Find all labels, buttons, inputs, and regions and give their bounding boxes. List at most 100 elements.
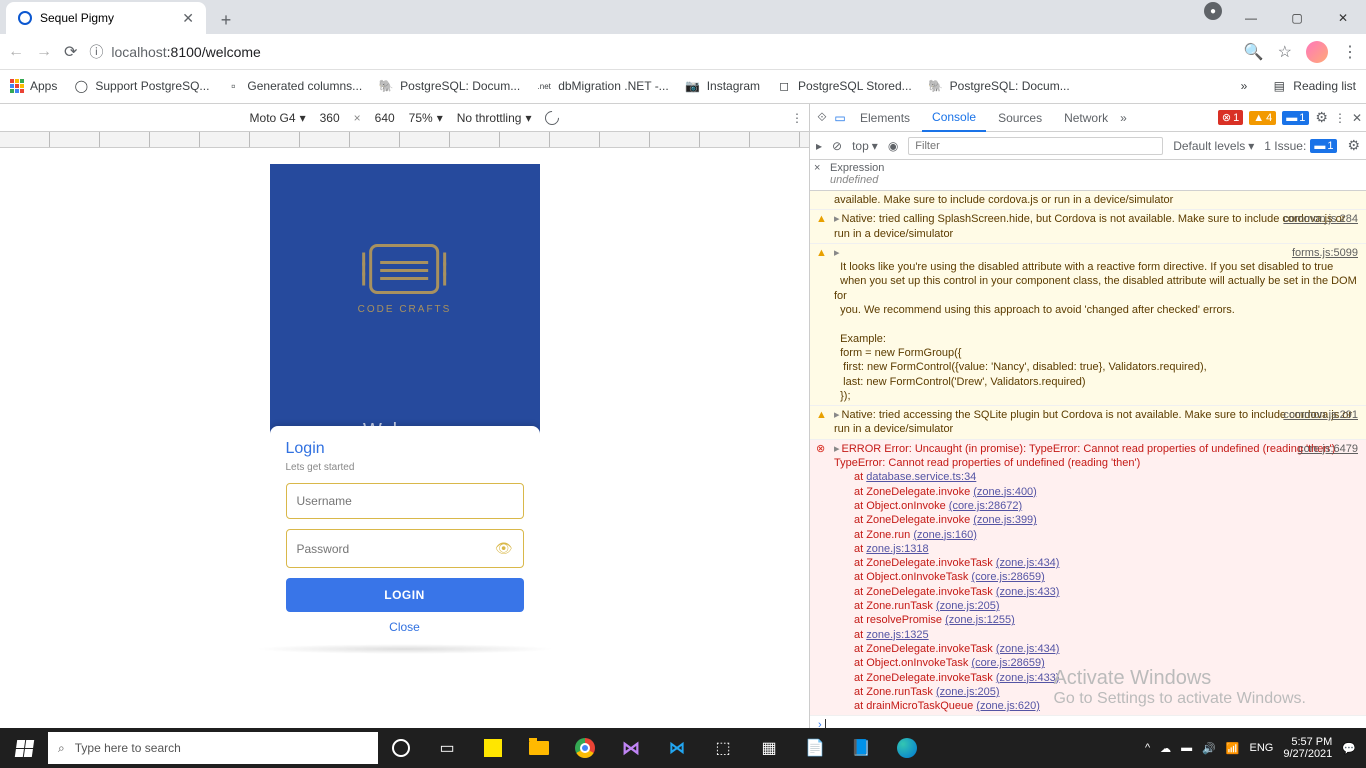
taskbar-app[interactable]: 📄 [792, 728, 838, 768]
profile-avatar[interactable] [1306, 41, 1328, 63]
taskbar-app[interactable]: ▦ [746, 728, 792, 768]
wifi-icon[interactable]: 📶 [1226, 742, 1240, 755]
context-select[interactable]: top ▾ [852, 139, 878, 153]
tabs-overflow-icon[interactable]: » [1120, 111, 1127, 125]
forward-button[interactable]: → [36, 43, 52, 61]
console-settings-icon[interactable]: ⚙ [1347, 137, 1360, 154]
taskbar-app-sticky[interactable] [470, 728, 516, 768]
browser-tab[interactable]: Sequel Pigmy ✕ [6, 2, 206, 34]
clear-console-icon[interactable]: ⊘ [832, 139, 842, 153]
language-icon[interactable]: ENG [1250, 742, 1274, 754]
rotate-icon[interactable] [543, 108, 563, 128]
bookmark-item[interactable]: ▫Generated columns... [225, 78, 362, 94]
tab-elements[interactable]: Elements [850, 105, 920, 131]
battery-icon[interactable]: ▬ [1181, 742, 1192, 754]
msg-source-link[interactable]: core.js:6479 [1298, 442, 1358, 456]
device-width[interactable]: 360 [320, 111, 340, 125]
taskbar-app-edge[interactable] [884, 728, 930, 768]
error-count-badge[interactable]: ⊗ 1 [1218, 110, 1243, 125]
device-select[interactable]: Moto G4 ▾ [250, 111, 306, 125]
info-count-badge[interactable]: ▬ 1 [1282, 111, 1309, 125]
guest-badge-icon[interactable]: ● [1204, 2, 1222, 20]
devtools-settings-icon[interactable]: ⚙ [1315, 109, 1328, 126]
new-tab-button[interactable]: + [212, 6, 240, 34]
bookmark-item[interactable]: 📷Instagram [685, 78, 760, 94]
bookmark-item[interactable]: 🐘PostgreSQL: Docum... [378, 78, 520, 94]
browser-menu-icon[interactable]: ⋮ [1342, 42, 1358, 62]
expand-icon[interactable]: ▸ [834, 246, 840, 260]
password-input[interactable] [297, 542, 495, 556]
device-height[interactable]: 640 [375, 111, 395, 125]
log-levels-select[interactable]: Default levels ▾ [1173, 139, 1254, 153]
bookmarks-overflow[interactable]: » [1241, 79, 1248, 93]
msg-text: Example: [840, 333, 886, 345]
close-link[interactable]: Close [286, 620, 524, 634]
start-button[interactable] [0, 728, 48, 768]
bookmark-item[interactable]: 🐘PostgreSQL: Docum... [928, 78, 1070, 94]
msg-text: Native: tried calling SplashScreen.hide,… [834, 213, 1345, 239]
devtools-pane: ⟐ ▭ Elements Console Sources Network » ⊗… [810, 104, 1366, 728]
url-field[interactable]: ⓘ localhost:8100/welcome [89, 42, 1231, 62]
expand-icon[interactable]: ▸ [834, 408, 840, 422]
tab-sources[interactable]: Sources [988, 105, 1052, 131]
bookmark-item[interactable]: ◻PostgreSQL Stored... [776, 78, 912, 94]
volume-icon[interactable]: 🔊 [1202, 742, 1216, 755]
taskbar-app[interactable]: ⬚ [700, 728, 746, 768]
expand-icon[interactable]: ▸ [834, 212, 840, 226]
devtools-menu-icon[interactable]: ⋮ [1334, 111, 1346, 125]
tab-console[interactable]: Console [922, 104, 986, 132]
clock[interactable]: 5:57 PM 9/27/2021 [1283, 736, 1332, 760]
device-toolbar-menu-icon[interactable]: ⋮ [791, 111, 803, 125]
live-expression-icon[interactable]: ◉ [888, 139, 898, 153]
notifications-icon[interactable]: 💬 [1342, 742, 1356, 755]
live-expression-row[interactable]: × Expression undefined [810, 160, 1366, 191]
apps-shortcut[interactable]: Apps [10, 79, 57, 93]
site-info-icon[interactable]: ⓘ [89, 42, 103, 62]
page-icon: ▫ [225, 78, 241, 94]
back-button[interactable]: ← [8, 43, 24, 61]
devtools-close-icon[interactable]: ✕ [1352, 111, 1362, 125]
login-subtitle: Lets get started [286, 462, 524, 473]
login-button[interactable]: LOGIN [286, 578, 524, 612]
reading-list-button[interactable]: ▤Reading list [1271, 78, 1356, 94]
eye-icon[interactable]: 👁 [495, 540, 513, 557]
zoom-icon[interactable]: 🔍 [1244, 42, 1264, 62]
msg-source-link[interactable]: common.js:291 [1283, 408, 1358, 422]
msg-source-link[interactable]: forms.js:5099 [1292, 246, 1358, 260]
tray-overflow-icon[interactable]: ^ [1145, 742, 1150, 754]
inspect-element-icon[interactable]: ⟐ [814, 110, 830, 126]
console-output[interactable]: available. Make sure to include cordova.… [810, 191, 1366, 728]
taskbar-app-chrome[interactable] [562, 728, 608, 768]
taskbar-search[interactable]: ⌕Type here to search [48, 732, 378, 764]
username-input[interactable] [297, 494, 513, 508]
taskbar-app-explorer[interactable] [516, 728, 562, 768]
remove-expression-icon[interactable]: × [814, 162, 820, 174]
msg-source-link[interactable]: common.js:284 [1283, 212, 1358, 226]
issues-indicator[interactable]: 1 Issue: ▬ 1 [1264, 139, 1337, 153]
bookmark-item[interactable]: ◯Support PostgreSQ... [73, 78, 209, 94]
window-close-button[interactable]: ✕ [1320, 2, 1366, 34]
warning-count-badge[interactable]: ▲ 4 [1249, 111, 1276, 125]
window-minimize-button[interactable]: — [1228, 2, 1274, 34]
taskbar-app-vs[interactable]: ⋈ [608, 728, 654, 768]
console-filter-input[interactable] [908, 137, 1163, 155]
window-maximize-button[interactable]: ▢ [1274, 2, 1320, 34]
task-view-button[interactable] [378, 728, 424, 768]
tab-close-icon[interactable]: ✕ [182, 10, 194, 27]
reload-button[interactable]: ⟳ [64, 42, 77, 62]
toggle-device-icon[interactable]: ▭ [832, 110, 848, 126]
bookmark-item[interactable]: .netdbMigration .NET -... [536, 78, 668, 94]
zoom-select[interactable]: 75% ▾ [409, 111, 443, 125]
bookmark-star-icon[interactable]: ☆ [1278, 42, 1292, 62]
taskbar-app-vscode[interactable]: ⋈ [654, 728, 700, 768]
console-sidebar-icon[interactable]: ▸ [816, 139, 822, 153]
tab-network[interactable]: Network [1054, 105, 1118, 131]
clock-date: 9/27/2021 [1283, 748, 1332, 760]
console-prompt[interactable]: › [810, 716, 1366, 728]
taskbar-app[interactable]: 📘 [838, 728, 884, 768]
onedrive-icon[interactable]: ☁ [1160, 742, 1171, 755]
device-shadow [255, 644, 555, 654]
expand-icon[interactable]: ▸ [834, 442, 840, 456]
throttle-select[interactable]: No throttling ▾ [457, 111, 532, 125]
taskbar-app[interactable]: ▭ [424, 728, 470, 768]
